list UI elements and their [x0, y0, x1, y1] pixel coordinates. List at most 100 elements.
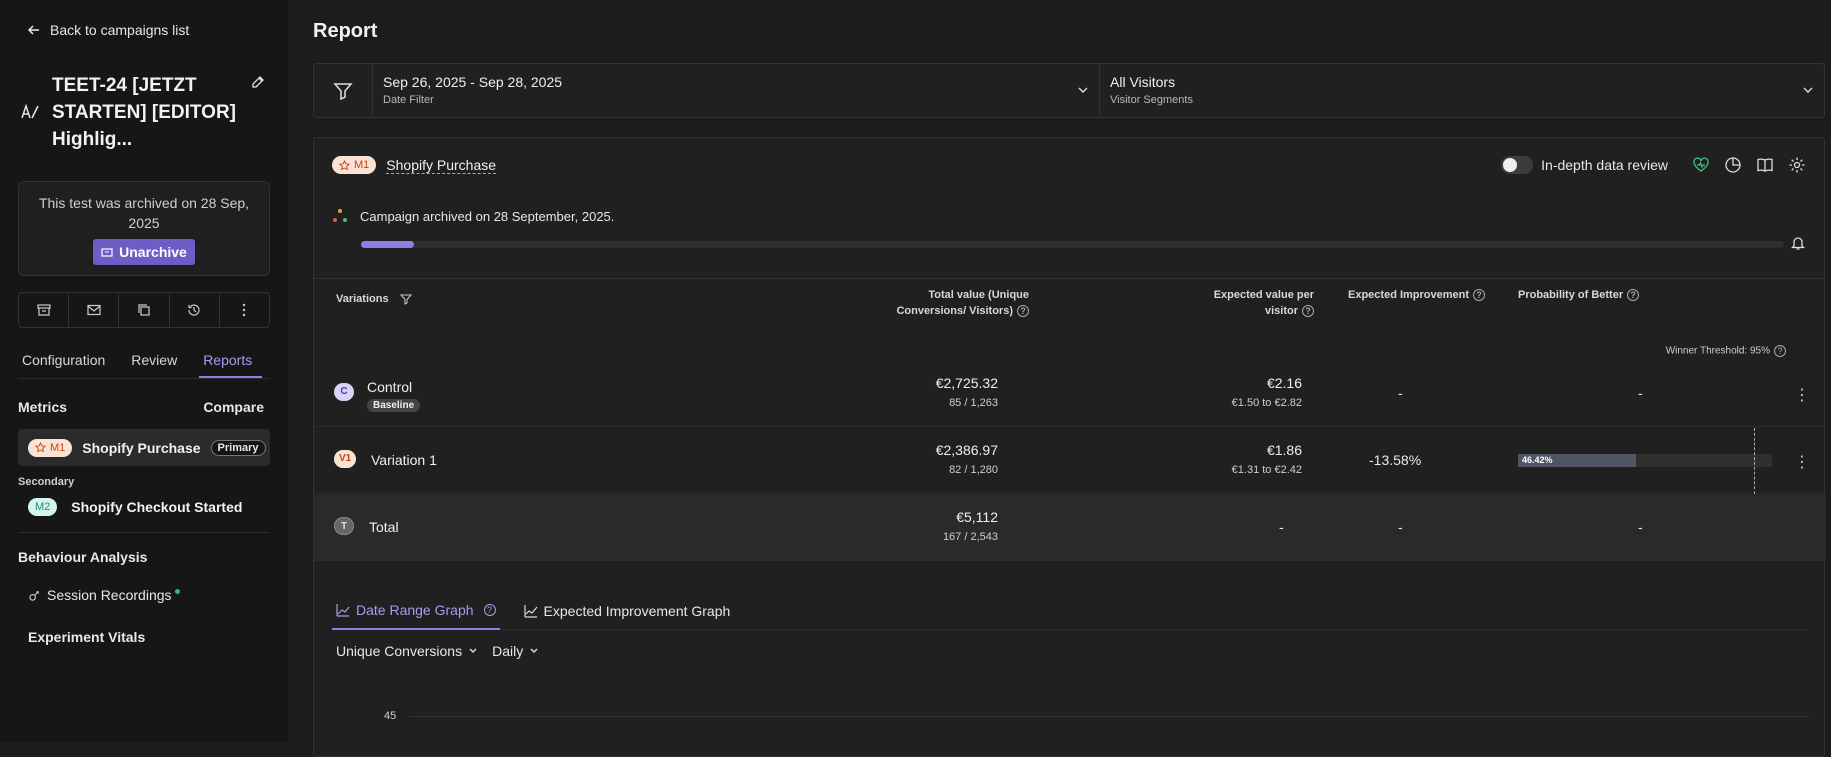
tab-expected-improvement-graph[interactable]: Expected Improvement Graph — [520, 592, 735, 630]
experiment-vitals-link[interactable]: Experiment Vitals — [28, 629, 270, 645]
sidebar-tabs: Configuration Review Reports — [18, 344, 270, 379]
panel-toolbar: In-depth data review — [1501, 156, 1806, 174]
date-filter-select[interactable]: Sep 26, 2025 - Sep 28, 2025 Date Filter — [373, 64, 1100, 117]
metric-select-value: Unique Conversions — [336, 643, 463, 659]
interval-select-value: Daily — [492, 643, 524, 659]
variation-name: Variation 1 — [371, 452, 437, 468]
tab-reports[interactable]: Reports — [199, 344, 263, 378]
campaign-title: TEET-24 [JETZT STARTEN] [EDITOR] Highlig… — [52, 75, 237, 150]
column-expected-improvement-label: Expected Improvement — [1348, 289, 1470, 301]
variation-badge: V1 — [334, 450, 357, 468]
probability-bar: 46.42% — [1518, 454, 1772, 467]
main-content: Report Sep 26, 2025 - Sep 28, 2025 Date … — [313, 0, 1826, 757]
progress-fill — [361, 241, 414, 248]
copy-icon — [138, 304, 150, 316]
duplicate-button[interactable] — [119, 293, 170, 327]
expected-improvement: - — [1398, 385, 1403, 401]
column-expected-improvement: Expected Improvement? — [1348, 287, 1486, 303]
unarchive-button[interactable]: Unarchive — [93, 239, 195, 265]
column-probability-label: Probability of Better — [1518, 289, 1624, 301]
table-row-total: T Total €5,112 167 / 2,543 - - - — [314, 495, 1826, 561]
pie-chart-icon[interactable] — [1724, 156, 1742, 174]
y-axis-tick: 45 — [384, 710, 397, 722]
compare-button[interactable]: Compare — [203, 399, 264, 415]
metric-badge: M1 — [28, 438, 73, 457]
edit-icon[interactable] — [250, 74, 266, 90]
session-recordings-link[interactable]: Session Recordings — [28, 587, 270, 603]
archive-button[interactable] — [19, 293, 70, 327]
book-icon[interactable] — [1756, 156, 1774, 174]
winner-threshold-label: Winner Threshold: 95% — [1665, 345, 1770, 357]
chevron-down-icon — [530, 648, 538, 653]
history-button[interactable] — [170, 293, 220, 327]
mail-icon — [87, 304, 101, 316]
segment-filter-label: Visitor Segments — [1110, 94, 1193, 106]
table-row: V1 Variation 1 €2,386.97 82 / 1,280 €1.8… — [314, 428, 1826, 494]
segment-filter-select[interactable]: All Visitors Visitor Segments — [1100, 64, 1824, 117]
primary-tag: Primary — [210, 439, 266, 456]
back-link[interactable]: Back to campaigns list — [26, 18, 270, 42]
gridline — [409, 716, 1809, 717]
campaign-progress-bar — [361, 241, 1784, 248]
more-button[interactable] — [220, 293, 269, 327]
metric-badge-label: M1 — [50, 441, 66, 454]
tab-date-range-graph[interactable]: Date Range Graph ? — [332, 592, 500, 630]
in-depth-toggle[interactable] — [1501, 156, 1534, 174]
metrics-label: Metrics — [18, 399, 68, 415]
date-filter-value: Sep 26, 2025 - Sep 28, 2025 — [383, 74, 563, 90]
expected-value-range: €1.31 to €2.42 — [1231, 464, 1302, 476]
total-value: €5,112 — [956, 509, 998, 525]
filter-button[interactable] — [314, 64, 373, 117]
tab-review[interactable]: Review — [127, 344, 187, 378]
secondary-metric-item[interactable]: M2 Shopify Checkout Started — [18, 496, 270, 518]
tab-configuration[interactable]: Configuration — [18, 344, 115, 378]
help-icon[interactable]: ? — [1774, 345, 1786, 357]
chevron-down-icon — [469, 648, 477, 653]
star-icon — [35, 442, 46, 453]
more-vertical-icon — [243, 303, 246, 317]
metric-select[interactable]: Unique Conversions — [336, 643, 478, 659]
help-icon[interactable]: ? — [1017, 305, 1029, 318]
archived-message: Campaign archived on 28 September, 2025. — [360, 208, 615, 224]
total-value: €2,386.97 — [935, 442, 998, 458]
primary-metric-item[interactable]: M1 Shopify Purchase Primary — [18, 429, 270, 466]
help-icon[interactable]: ? — [1473, 289, 1486, 302]
history-icon — [188, 304, 200, 316]
secondary-label: Secondary — [18, 476, 75, 488]
variation-badge: T — [334, 517, 354, 535]
column-probability: Probability of Better? — [1518, 287, 1640, 303]
recording-icon — [29, 590, 39, 601]
column-variations-label: Variations — [336, 293, 389, 305]
expected-value: - — [1279, 519, 1284, 535]
help-icon[interactable]: ? — [1302, 305, 1314, 318]
probability-value: - — [1638, 385, 1643, 401]
health-icon[interactable] — [1692, 156, 1710, 174]
expected-value-range: €1.50 to €2.82 — [1231, 397, 1302, 409]
metric-badge-label: M1 — [354, 159, 370, 171]
metrics-header: Metrics Compare — [18, 399, 270, 415]
email-button[interactable] — [69, 293, 120, 327]
interval-select[interactable]: Daily — [492, 643, 539, 659]
row-menu-button[interactable]: ⋮ — [1794, 385, 1810, 405]
filter-icon[interactable] — [399, 293, 412, 305]
report-panel: M1 Shopify Purchase In-depth data review… — [313, 137, 1826, 757]
panel-header: M1 Shopify Purchase — [332, 156, 497, 174]
archived-status: Campaign archived on 28 September, 2025. — [332, 208, 614, 224]
probability-value: - — [1638, 519, 1643, 535]
graph-tabs: Date Range Graph ? Expected Improvement … — [332, 592, 1808, 630]
variation-name: Control — [367, 379, 413, 395]
conversion-ratio: 167 / 2,543 — [942, 531, 998, 543]
gear-icon[interactable] — [1788, 156, 1806, 174]
help-icon[interactable]: ? — [1627, 289, 1640, 302]
graph-controls: Unique Conversions Daily — [336, 643, 539, 659]
bell-icon[interactable] — [1790, 235, 1806, 251]
winner-threshold: Winner Threshold: 95%? — [1666, 345, 1786, 357]
column-total-value-label: Total value (Unique Conversions/ Visitor… — [896, 289, 1029, 317]
metric-name-link[interactable]: Shopify Purchase — [386, 157, 497, 174]
row-menu-button[interactable]: ⋮ — [1794, 452, 1810, 472]
session-recordings-label: Session Recordings — [47, 587, 172, 603]
help-icon[interactable]: ? — [483, 604, 496, 616]
archived-text: This test was archived on 28 Sep, 2025 — [38, 195, 250, 231]
primary-metric-name: Shopify Purchase — [82, 439, 201, 456]
unarchive-icon — [101, 248, 113, 257]
